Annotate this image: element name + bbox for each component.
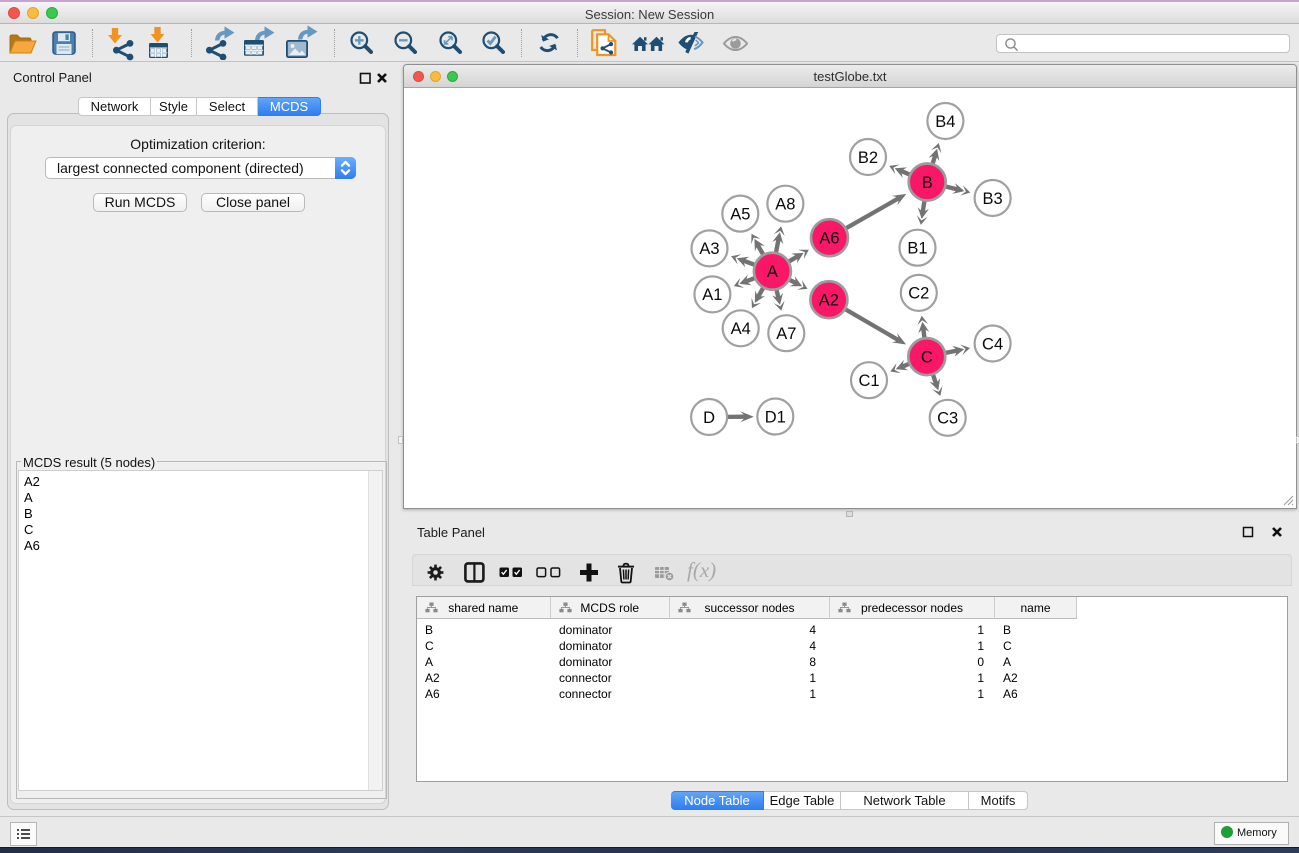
svg-text:A3: A3 (699, 240, 719, 258)
svg-text:B4: B4 (935, 113, 955, 131)
svg-text:A1: A1 (702, 286, 722, 304)
svg-text:B3: B3 (983, 190, 1003, 208)
svg-text:A5: A5 (730, 205, 750, 223)
svg-text:C2: C2 (908, 285, 929, 303)
svg-text:A4: A4 (731, 320, 751, 338)
svg-text:A2: A2 (819, 292, 839, 310)
svg-text:B: B (922, 174, 933, 192)
svg-text:B2: B2 (858, 149, 878, 167)
svg-text:C4: C4 (982, 335, 1003, 353)
svg-text:C3: C3 (937, 410, 958, 428)
svg-text:A7: A7 (776, 325, 796, 343)
svg-text:B1: B1 (907, 240, 927, 258)
svg-text:D1: D1 (765, 408, 786, 426)
svg-text:A8: A8 (775, 196, 795, 214)
svg-text:A6: A6 (819, 230, 839, 248)
svg-text:A: A (767, 263, 778, 281)
svg-text:D: D (703, 409, 715, 427)
svg-text:C1: C1 (858, 372, 879, 390)
svg-text:C: C (921, 348, 933, 366)
